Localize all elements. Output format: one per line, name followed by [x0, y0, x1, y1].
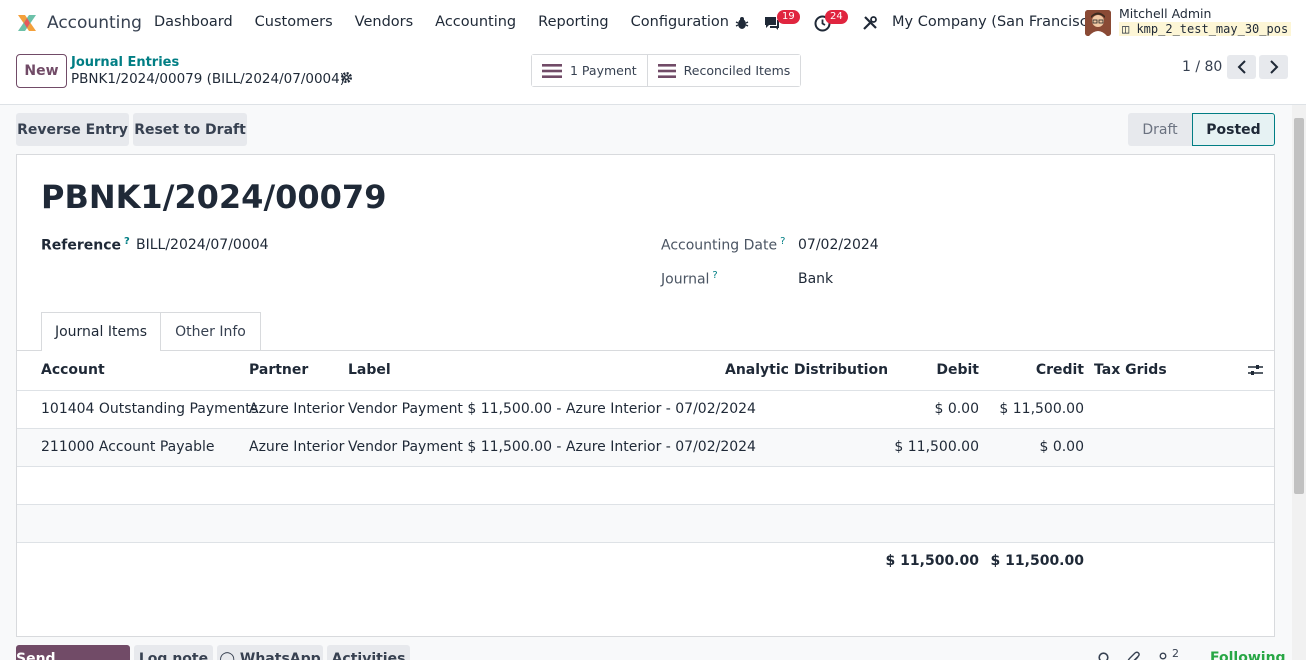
send-message-button[interactable]: Send message	[16, 645, 130, 660]
database-icon: ◫	[1122, 22, 1137, 36]
search-icon[interactable]	[1098, 652, 1111, 660]
col-label[interactable]: Label	[348, 362, 391, 378]
list-icon	[657, 63, 676, 78]
main-menu: Dashboard Customers Vendors Accounting R…	[154, 14, 751, 30]
pager-value[interactable]: 1 / 80	[1182, 59, 1222, 75]
reverse-entry-button[interactable]: Reverse Entry	[16, 113, 129, 146]
col-analytic-distribution[interactable]: Analytic Distribution	[725, 362, 888, 378]
reference-label: Reference?	[41, 236, 130, 254]
row-partner[interactable]: Azure Interior	[249, 401, 344, 417]
debug-bug-icon[interactable]	[734, 15, 750, 31]
status-bar: Draft Posted	[1128, 113, 1275, 146]
row-label[interactable]: Vendor Payment $ 11,500.00 - Azure Inter…	[348, 401, 756, 417]
menu-configuration[interactable]: Configuration	[631, 14, 729, 30]
accounting-date-label-text: Accounting Date	[661, 237, 778, 254]
menu-reporting[interactable]: Reporting	[538, 14, 609, 30]
menu-vendors[interactable]: Vendors	[355, 14, 414, 30]
accounting-app-icon[interactable]	[16, 12, 38, 34]
scrollbar-thumb[interactable]	[1294, 118, 1304, 494]
top-navbar: Accounting Dashboard Customers Vendors A…	[0, 0, 1306, 46]
pager-next-button[interactable]	[1259, 55, 1288, 79]
reconciled-items-label: Reconciled Items	[683, 63, 791, 78]
row-striped-bg	[17, 505, 1274, 542]
total-debit: $ 11,500.00	[885, 553, 979, 569]
payment-smart-button[interactable]: 1 Payment	[532, 55, 647, 86]
database-name-text: kmp_2_test_may_30_pos	[1136, 22, 1289, 36]
col-tax-grids[interactable]: Tax Grids	[1094, 362, 1167, 378]
tools-icon[interactable]	[861, 14, 879, 32]
row-partner[interactable]: Azure Interior	[249, 439, 344, 455]
row-divider	[17, 466, 1274, 467]
reset-to-draft-button[interactable]: Reset to Draft	[133, 113, 247, 146]
table-header-divider	[17, 390, 1274, 391]
entry-title: PBNK1/2024/00079	[41, 178, 387, 216]
user-name[interactable]: Mitchell Admin	[1119, 6, 1211, 21]
active-tab-gap	[42, 349, 160, 351]
whatsapp-button-label: WhatsApp	[239, 651, 321, 660]
whatsapp-icon: ◯	[219, 651, 240, 660]
pager-previous-button[interactable]	[1227, 55, 1256, 79]
journal-label-text: Journal	[661, 271, 710, 288]
col-credit[interactable]: Credit	[1000, 362, 1084, 378]
row-label[interactable]: Vendor Payment $ 11,500.00 - Azure Inter…	[348, 439, 756, 455]
menu-dashboard[interactable]: Dashboard	[154, 14, 233, 30]
gear-icon[interactable]	[340, 71, 353, 88]
status-draft[interactable]: Draft	[1128, 113, 1192, 146]
followers-count: 2	[1172, 647, 1179, 660]
reconciled-items-smart-button[interactable]: Reconciled Items	[646, 55, 801, 86]
row-debit[interactable]: $ 0.00	[880, 401, 979, 417]
company-switcher[interactable]: My Company (San Francisco)	[892, 14, 1102, 30]
tabs-divider	[17, 350, 1274, 351]
menu-customers[interactable]: Customers	[255, 14, 333, 30]
chevron-right-icon	[1269, 60, 1278, 74]
database-name: ◫ kmp_2_test_may_30_pos	[1119, 22, 1292, 36]
help-tooltip-icon[interactable]: ?	[712, 270, 717, 281]
journal-label: Journal?	[661, 270, 718, 288]
reference-field[interactable]: BILL/2024/07/0004	[136, 237, 269, 253]
help-tooltip-icon[interactable]: ?	[124, 236, 130, 247]
following-button[interactable]: Following	[1210, 650, 1286, 660]
activities-button[interactable]: Activities	[327, 645, 410, 660]
list-icon	[542, 63, 562, 78]
reference-label-text: Reference	[41, 237, 122, 254]
chevron-left-icon	[1237, 60, 1246, 74]
user-avatar[interactable]	[1085, 10, 1111, 36]
row-debit[interactable]: $ 11,500.00	[880, 439, 979, 455]
total-credit: $ 11,500.00	[990, 553, 1084, 569]
row-credit[interactable]: $ 11,500.00	[985, 401, 1084, 417]
row-account[interactable]: 211000 Account Payable	[41, 439, 215, 455]
row-account[interactable]: 101404 Outstanding Payments	[41, 401, 258, 417]
accounting-date-label: Accounting Date?	[661, 236, 785, 254]
breadcrumb-current: PBNK1/2024/00079 (BILL/2024/07/0004)	[71, 71, 345, 87]
row-credit[interactable]: $ 0.00	[985, 439, 1084, 455]
messages-badge: 19	[777, 10, 800, 24]
log-note-button[interactable]: Log note	[134, 645, 213, 660]
activities-badge: 24	[825, 10, 848, 24]
status-posted[interactable]: Posted	[1192, 113, 1275, 146]
accounting-date-field[interactable]: 07/02/2024	[798, 237, 879, 253]
followers-user-icon[interactable]	[1157, 652, 1169, 660]
row-divider	[17, 542, 1274, 543]
col-debit[interactable]: Debit	[900, 362, 979, 378]
menu-accounting[interactable]: Accounting	[435, 14, 516, 30]
attachment-paperclip-icon[interactable]	[1127, 651, 1141, 660]
new-button[interactable]: New	[16, 54, 67, 88]
help-tooltip-icon[interactable]: ?	[780, 236, 785, 247]
payment-smart-button-label: 1 Payment	[570, 63, 637, 78]
col-account[interactable]: Account	[41, 362, 105, 378]
col-partner[interactable]: Partner	[249, 362, 308, 378]
tab-journal-items[interactable]: Journal Items	[41, 312, 161, 351]
column-settings-icon[interactable]	[1248, 363, 1263, 381]
form-sheet	[16, 154, 1275, 637]
breadcrumb-journal-entries[interactable]: Journal Entries	[71, 55, 179, 70]
whatsapp-button[interactable]: ◯ WhatsApp	[217, 645, 323, 660]
smart-buttons: 1 Payment Reconciled Items	[531, 54, 802, 87]
journal-field[interactable]: Bank	[798, 271, 833, 287]
tab-other-info[interactable]: Other Info	[160, 312, 261, 351]
app-name[interactable]: Accounting	[47, 13, 142, 33]
